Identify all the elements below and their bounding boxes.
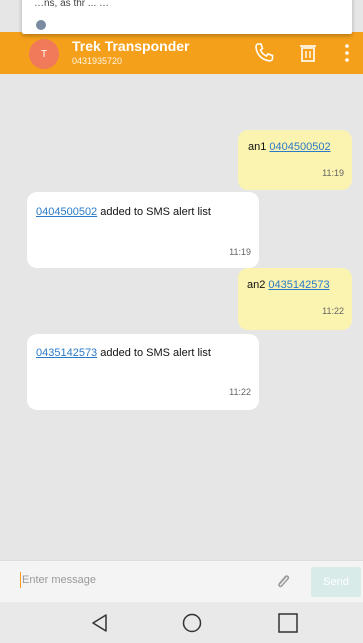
message-time: 11:19 — [322, 168, 344, 178]
popup-dialog: …ns, as thr ... … — [22, 0, 352, 34]
message-bubble-outgoing[interactable]: an2 0435142573 11:22 — [238, 268, 352, 330]
back-icon[interactable] — [88, 612, 112, 634]
message-text: 0435142573 added to SMS alert list — [36, 347, 211, 359]
popup-text: …ns, as thr ... … — [34, 0, 110, 9]
send-button[interactable]: Send — [311, 567, 361, 597]
contact-number: 0431935720 — [72, 56, 123, 66]
phone-link[interactable]: 0404500502 — [36, 206, 97, 218]
message-bubble-incoming[interactable]: 0435142573 added to SMS alert list 11:22 — [27, 334, 259, 410]
composer-bar: Enter message Send — [0, 560, 363, 603]
message-prefix: an1 — [248, 141, 270, 153]
message-suffix: added to SMS alert list — [97, 206, 211, 218]
message-text: 0404500502 added to SMS alert list — [36, 206, 211, 218]
message-suffix: added to SMS alert list — [97, 347, 211, 359]
paperclip-icon[interactable] — [272, 571, 294, 593]
message-input[interactable]: Enter message — [22, 574, 96, 586]
phone-icon[interactable] — [252, 41, 276, 65]
popup-radio[interactable] — [36, 20, 46, 30]
phone-link[interactable]: 0404500502 — [269, 141, 330, 153]
message-prefix: an2 — [247, 279, 269, 291]
text-cursor — [20, 572, 21, 588]
more-vert-icon[interactable] — [340, 41, 354, 65]
avatar[interactable]: T — [29, 39, 59, 69]
phone-link[interactable]: 0435142573 — [268, 279, 329, 291]
message-time: 11:22 — [229, 387, 251, 397]
message-list[interactable]: an1 0404500502 11:19 0404500502 added to… — [0, 74, 363, 560]
message-bubble-incoming[interactable]: 0404500502 added to SMS alert list 11:19 — [27, 192, 259, 268]
contact-name: Trek Transponder — [72, 38, 190, 54]
home-icon[interactable] — [180, 612, 204, 634]
recents-icon[interactable] — [276, 612, 300, 634]
conversation-header: T Trek Transponder 0431935720 — [0, 32, 363, 74]
system-nav-bar — [0, 602, 363, 643]
message-text: an2 0435142573 — [247, 279, 330, 291]
sms-conversation-screen: …ns, as thr ... … T Trek Transponder 043… — [0, 0, 363, 643]
phone-link[interactable]: 0435142573 — [36, 347, 97, 359]
message-time: 11:22 — [322, 306, 344, 316]
message-time: 11:19 — [229, 247, 251, 257]
message-text: an1 0404500502 — [248, 141, 331, 153]
trash-icon[interactable] — [296, 41, 320, 65]
message-bubble-outgoing[interactable]: an1 0404500502 11:19 — [238, 130, 352, 190]
